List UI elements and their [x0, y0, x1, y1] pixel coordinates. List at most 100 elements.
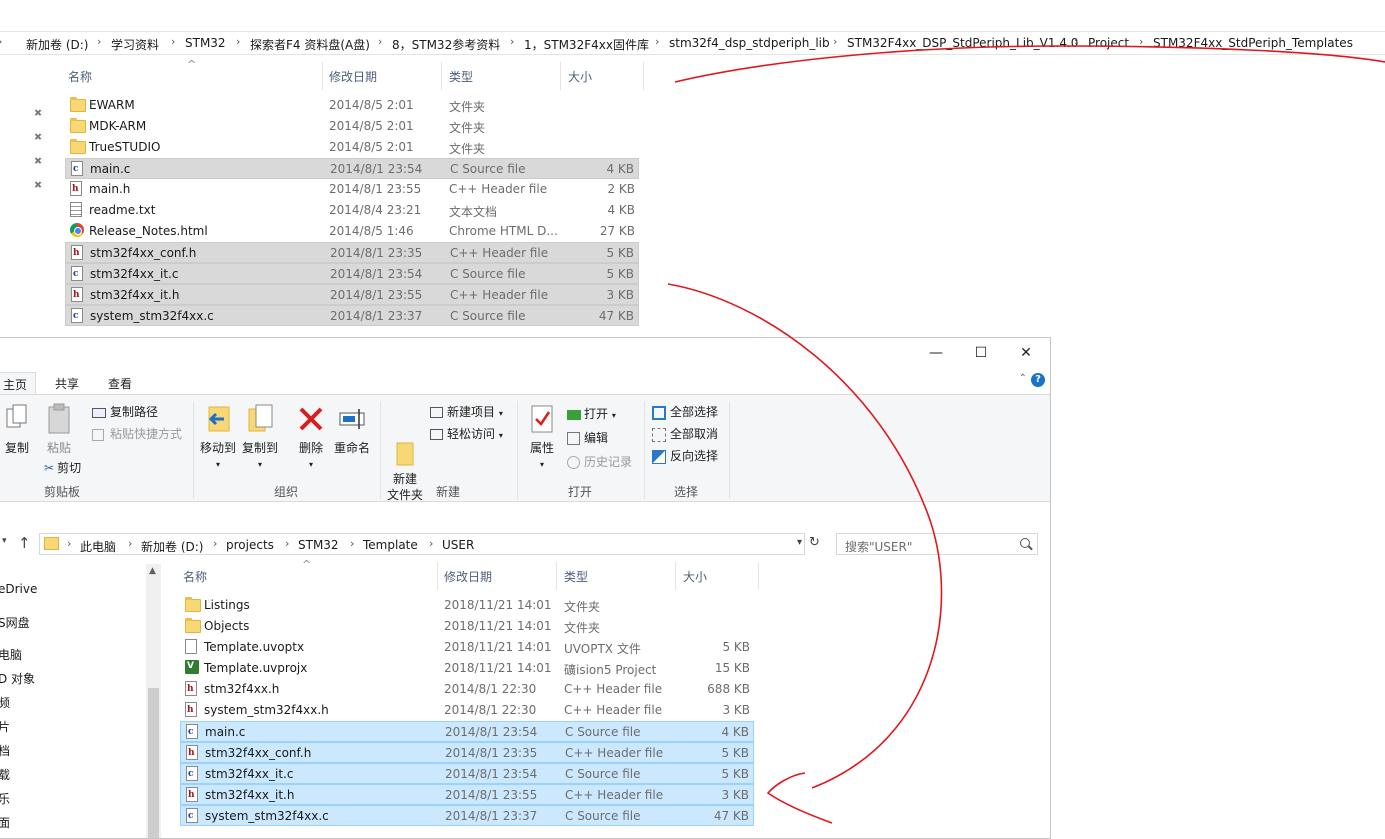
column-type[interactable]: 类型	[449, 68, 473, 85]
breadcrumb-item[interactable]: 8，STM32参考资料	[392, 36, 500, 53]
nav-item[interactable]: 面	[0, 814, 10, 831]
nav-item[interactable]: 电脑	[0, 646, 22, 663]
file-row[interactable]: Release_Notes.html 2014/8/5 1:46 Chrome HT…	[65, 221, 639, 242]
column-name[interactable]: 名称	[183, 568, 207, 585]
breadcrumb-item[interactable]: STM32F4xx_StdPeriph_Templates	[1153, 36, 1353, 50]
delete-button[interactable]: 删除 ▾	[296, 403, 326, 470]
column-name[interactable]: 名称	[68, 68, 92, 85]
refresh-icon[interactable]: ↻	[809, 535, 820, 550]
breadcrumb-item[interactable]: 1，STM32F4xx固件库	[524, 36, 649, 53]
collapse-ribbon-icon[interactable]: ⌃	[1019, 373, 1027, 384]
nav-item[interactable]: D 对象	[0, 670, 35, 687]
breadcrumb-item[interactable]: Project	[1088, 36, 1129, 50]
file-row[interactable]: h stm32f4xx_it.h 2014/8/1 23:55 C++ Header …	[180, 784, 754, 805]
breadcrumb-separator[interactable]: ›	[429, 537, 433, 550]
breadcrumb-item[interactable]: 此电脑	[80, 538, 116, 555]
file-row[interactable]: h stm32f4xx_it.h 2014/8/1 23:55 C++ Header …	[65, 284, 639, 305]
copy-path-button[interactable]: 复制路径	[92, 403, 158, 420]
nav-item[interactable]: 乐	[0, 790, 10, 807]
breadcrumb-item[interactable]: stm32f4_dsp_stdperiph_lib	[669, 36, 830, 50]
breadcrumb-separator[interactable]: ›	[213, 537, 217, 550]
paste-button[interactable]: 粘贴	[44, 403, 74, 456]
file-row[interactable]: c system_stm32f4xx.c 2014/8/1 23:37 C Sourc…	[65, 305, 639, 326]
file-row[interactable]: MDK-ARM 2014/8/5 2:01 文件夹	[65, 116, 639, 137]
help-icon[interactable]: ?	[1031, 373, 1045, 387]
file-row[interactable]: c stm32f4xx_it.c 2014/8/1 23:54 C Source fi…	[180, 763, 754, 784]
copy-button[interactable]: 复制	[4, 403, 30, 456]
select-none-button[interactable]: 全部取消	[652, 425, 718, 442]
breadcrumb-item[interactable]: 探索者F4 资料盘(A盘)	[250, 36, 370, 53]
history-dropdown-icon[interactable]: ▾	[2, 536, 7, 546]
breadcrumb-separator[interactable]: ›	[236, 35, 240, 48]
file-row[interactable]: c system_stm32f4xx.c 2014/8/1 23:37 C Sourc…	[180, 805, 754, 826]
column-divider[interactable]	[441, 62, 442, 90]
breadcrumb-separator[interactable]: ›	[285, 537, 289, 550]
nav-item[interactable]: S网盘	[0, 614, 30, 631]
nav-item[interactable]: 载	[0, 766, 10, 783]
breadcrumb-separator[interactable]: ›	[1074, 35, 1078, 48]
search-input[interactable]: 搜索"USER"	[836, 533, 1038, 555]
breadcrumb-item[interactable]: projects	[226, 538, 274, 552]
file-row[interactable]: Objects 2018/11/21 14:01 文件夹	[180, 616, 754, 637]
pin-icon[interactable]: ✚	[30, 179, 44, 193]
properties-button[interactable]: 属性 ▾	[526, 403, 558, 470]
open-button[interactable]: 打开 ▾	[567, 405, 616, 422]
file-row[interactable]: Listings 2018/11/21 14:01 文件夹	[180, 595, 754, 616]
nav-item[interactable]: 片	[0, 718, 10, 735]
breadcrumb-item[interactable]: STM32	[298, 538, 339, 552]
column-divider[interactable]	[643, 62, 644, 90]
paste-shortcut-button[interactable]: 粘贴快捷方式	[92, 425, 182, 442]
file-row[interactable]: TrueSTUDIO 2014/8/5 2:01 文件夹	[65, 137, 639, 158]
nav-item[interactable]: eDrive	[0, 582, 37, 596]
breadcrumb-item[interactable]: 新加卷 (D:)	[141, 538, 203, 555]
file-row[interactable]: readme.txt 2014/8/4 23:21 文本文档 4 KB	[65, 200, 639, 221]
column-divider[interactable]	[556, 562, 557, 590]
maximize-button[interactable]: ☐	[961, 343, 1001, 363]
edit-button[interactable]: 编辑	[567, 429, 608, 446]
column-divider[interactable]	[322, 62, 323, 90]
breadcrumb-item[interactable]: 学习资料	[111, 36, 159, 53]
pin-icon[interactable]: ✚	[30, 131, 44, 145]
file-row[interactable]: h stm32f4xx.h 2014/8/1 22:30 C++ Header fil…	[180, 679, 754, 700]
column-type[interactable]: 类型	[564, 568, 588, 585]
tab-home[interactable]: 主页	[0, 372, 37, 394]
breadcrumb-separator[interactable]: ›	[97, 35, 101, 48]
up-arrow-icon[interactable]: ↑	[18, 534, 31, 552]
column-size[interactable]: 大小	[568, 68, 592, 85]
breadcrumb-separator[interactable]: ›	[378, 35, 382, 48]
history-button[interactable]: 历史记录	[567, 453, 632, 470]
breadcrumb-item[interactable]: Template	[363, 538, 418, 552]
breadcrumb-item[interactable]: STM32F4xx_DSP_StdPeriph_Lib_V1.4.0	[847, 36, 1078, 50]
file-row[interactable]: c stm32f4xx_it.c 2014/8/1 23:54 C Source fi…	[65, 263, 639, 284]
file-row[interactable]: h main.h 2014/8/1 23:55 C++ Header file 2 KB	[65, 179, 639, 200]
column-date[interactable]: 修改日期	[444, 568, 492, 585]
breadcrumb-item[interactable]: USER	[442, 538, 474, 552]
cut-button[interactable]: ✂ 剪切	[44, 459, 81, 476]
breadcrumb-separator[interactable]: ›	[67, 537, 71, 550]
minimize-button[interactable]: —	[916, 343, 956, 363]
breadcrumb-item[interactable]: STM32	[185, 36, 226, 50]
nav-item[interactable]: 频	[0, 694, 10, 711]
pin-icon[interactable]: ✚	[30, 107, 44, 121]
navigation-scrollbar[interactable]: ▲	[146, 564, 161, 838]
breadcrumb-separator[interactable]: ›	[1139, 35, 1143, 48]
file-row[interactable]: h system_stm32f4xx.h 2014/8/1 22:30 C++ Hea…	[180, 700, 754, 721]
select-all-button[interactable]: 全部选择	[652, 403, 718, 420]
scroll-up-icon[interactable]: ▲	[149, 566, 156, 576]
nav-item[interactable]: 档	[0, 742, 10, 759]
column-divider[interactable]	[675, 562, 676, 590]
breadcrumb-separator[interactable]: ›	[833, 35, 837, 48]
title-bar[interactable]: — ☐ ✕	[0, 338, 1050, 368]
scrollbar-thumb[interactable]	[148, 688, 159, 838]
close-button[interactable]: ✕	[1006, 343, 1046, 363]
copy-to-button[interactable]: 复制到 ▾	[241, 403, 279, 470]
invert-selection-button[interactable]: 反向选择	[652, 447, 718, 464]
address-bar[interactable]: ▾ › 此电脑 › 新加卷 (D:) › projects › STM32 › Template ›…	[39, 533, 805, 555]
new-item-button[interactable]: 新建项目 ▾	[430, 403, 503, 420]
file-row[interactable]: h stm32f4xx_conf.h 2014/8/1 23:35 C++ Heade…	[65, 242, 639, 263]
breadcrumb-separator[interactable]: ›	[171, 35, 175, 48]
move-to-button[interactable]: 移动到 ▾	[199, 403, 237, 470]
file-row[interactable]: c main.c 2014/8/1 23:54 C Source file 4 KB	[65, 158, 639, 179]
file-row[interactable]: Template.uvoptx 2018/11/21 14:01 UVOPTX 文件…	[180, 637, 754, 658]
file-row[interactable]: h stm32f4xx_conf.h 2014/8/1 23:35 C++ Heade…	[180, 742, 754, 763]
